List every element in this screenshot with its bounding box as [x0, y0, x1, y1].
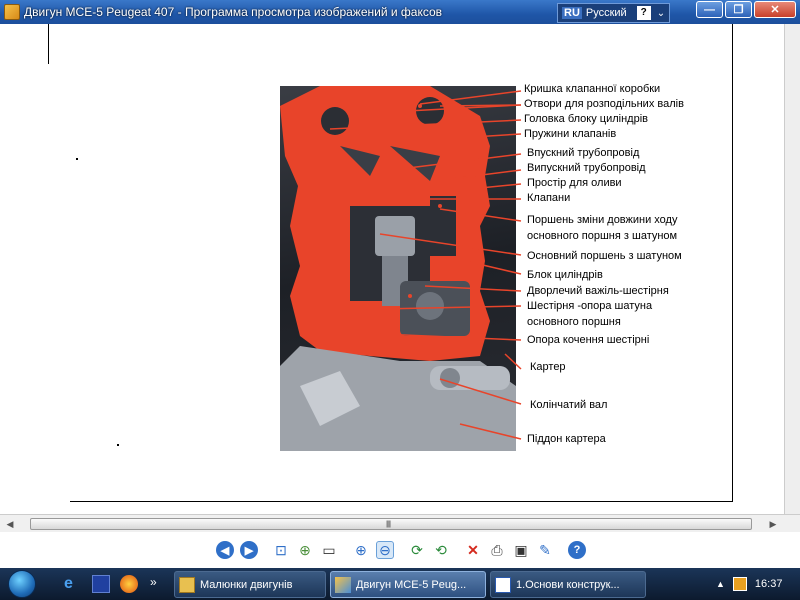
figure-label: Головка блоку циліндрів — [524, 113, 648, 125]
window-title: Двигун MCE-5 Peugeat 407 - Программа про… — [24, 5, 443, 19]
minimize-button[interactable]: — — [696, 1, 723, 18]
taskbar-item-image-viewer[interactable]: Двигун MCE-5 Peug... — [330, 571, 486, 598]
figure-label: Основний поршень з шатуном — [527, 250, 682, 262]
rotate-counterclockwise-button[interactable]: ⟲ — [432, 541, 450, 559]
scrollbar-grip-icon: ||||| — [386, 521, 391, 528]
figure-label: основного поршня з шатуном — [527, 230, 678, 242]
system-tray: ▲ 16:37 — [710, 568, 800, 600]
title-bar: Двигун MCE-5 Peugeat 407 - Программа про… — [0, 0, 800, 24]
help-button[interactable]: ? — [568, 541, 586, 559]
internet-explorer-icon[interactable]: e — [64, 575, 82, 593]
scroll-left-button[interactable]: ◀ — [3, 517, 17, 531]
scrollbar-thumb[interactable]: ||||| — [30, 518, 752, 530]
taskbar-item-folder[interactable]: Малюнки двигунів — [174, 571, 326, 598]
figure-label: Отвори для розподільних валів — [524, 98, 684, 110]
taskbar: e » Малюнки двигунів Двигун MCE-5 Peug..… — [0, 568, 800, 600]
language-options-icon[interactable]: ⌄ — [657, 8, 665, 19]
figure-label: Випускний трубопровід — [527, 162, 646, 174]
figure-label: Впускний трубопровід — [527, 147, 640, 159]
close-button[interactable]: ✕ — [754, 1, 796, 18]
viewer-toolbar: ◀ ▶ ⊡ ⊕ ▭ ⊕ ⊖ ⟳ ⟲ ✕ ⎙ ▣ ✎ ? — [0, 532, 800, 568]
figure-label: Піддон картера — [527, 433, 606, 445]
figure-label: Поршень зміни довжини ходу — [527, 214, 678, 226]
word-document-icon — [495, 576, 511, 593]
action-center-icon[interactable] — [732, 577, 747, 591]
figure-label: Шестірня -опора шатуна — [527, 300, 653, 312]
window-controls: — ❐ ✕ — [694, 1, 796, 18]
image-viewer-icon — [335, 576, 351, 593]
rotate-clockwise-button[interactable]: ⟳ — [408, 541, 426, 559]
actual-size-button[interactable]: ⊕ — [296, 541, 314, 559]
start-button[interactable] — [8, 570, 36, 598]
edit-button[interactable]: ✎ — [536, 541, 554, 559]
print-button[interactable]: ⎙ — [488, 541, 506, 559]
figure-label: Картер — [530, 361, 566, 373]
zoom-out-button[interactable]: ⊖ — [376, 541, 394, 559]
language-code[interactable]: RU — [562, 7, 582, 19]
figure-label: Простір для оливи — [527, 177, 622, 189]
vertical-scrollbar[interactable] — [784, 24, 800, 514]
next-image-button[interactable]: ▶ — [240, 541, 258, 559]
taskbar-item-label: 1.Основи конструк... — [516, 578, 620, 591]
folder-icon — [179, 576, 195, 593]
figure-label: Клапани — [527, 192, 571, 204]
scroll-right-button[interactable]: ▶ — [766, 517, 780, 531]
best-fit-button[interactable]: ⊡ — [272, 541, 290, 559]
app-icon — [4, 4, 20, 20]
figure-label: Колінчатий вал — [530, 399, 608, 411]
language-bar[interactable]: RU Русский ? ⌄ — [557, 3, 671, 23]
app-quicklaunch-icon[interactable] — [92, 575, 110, 593]
slideshow-button[interactable]: ▭ — [320, 541, 338, 559]
previous-image-button[interactable]: ◀ — [216, 541, 234, 559]
taskbar-item-label: Двигун MCE-5 Peug... — [356, 578, 467, 591]
horizontal-scrollbar[interactable]: ◀ ||||| ▶ — [0, 514, 800, 532]
quicklaunch-overflow-icon[interactable]: » — [150, 575, 168, 593]
figure-label: Кришка клапанної коробки — [524, 83, 661, 95]
figure-label: Дворлечий важіль-шестірня — [527, 285, 669, 297]
save-button[interactable]: ▣ — [512, 541, 530, 559]
delete-button[interactable]: ✕ — [464, 541, 482, 559]
language-name[interactable]: Русский — [586, 7, 627, 19]
figure-label: Опора кочення шестірні — [527, 334, 650, 346]
clock[interactable]: 16:37 — [755, 578, 783, 590]
maximize-button[interactable]: ❐ — [725, 1, 752, 18]
taskbar-item-word-document[interactable]: 1.Основи конструк... — [490, 571, 646, 598]
show-hidden-icons-button[interactable]: ▲ — [716, 579, 725, 589]
figure-label: основного поршня — [527, 316, 621, 328]
zoom-in-button[interactable]: ⊕ — [352, 541, 370, 559]
figure-label: Блок циліндрів — [527, 269, 603, 281]
taskbar-item-label: Малюнки двигунів — [200, 578, 293, 591]
language-help-button[interactable]: ? — [636, 6, 651, 20]
image-viewer-area[interactable]: Кришка клапанної коробки Отвори для розп… — [0, 24, 800, 514]
browser-quicklaunch-icon[interactable] — [120, 575, 138, 593]
figure-label: Пружини клапанів — [524, 128, 617, 140]
